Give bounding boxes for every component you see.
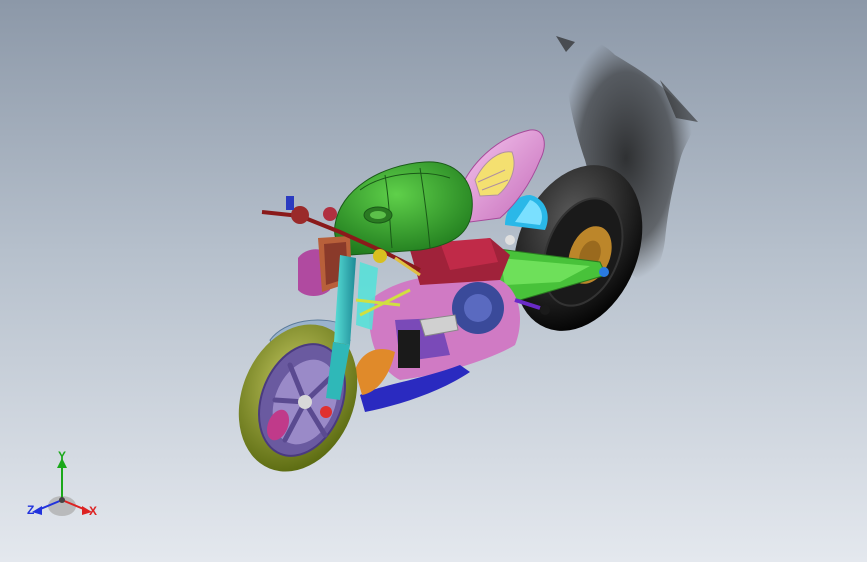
front-wheel[interactable] bbox=[218, 307, 379, 490]
z-axis-label: Z bbox=[27, 503, 35, 517]
orientation-triad[interactable]: Y Z X bbox=[24, 448, 104, 524]
model-scene[interactable] bbox=[0, 0, 867, 562]
y-axis-label: Y bbox=[58, 449, 67, 463]
graphics-viewport[interactable]: Y Z X bbox=[0, 0, 867, 562]
engine-block[interactable] bbox=[369, 275, 520, 380]
x-axis-label: X bbox=[89, 504, 98, 518]
